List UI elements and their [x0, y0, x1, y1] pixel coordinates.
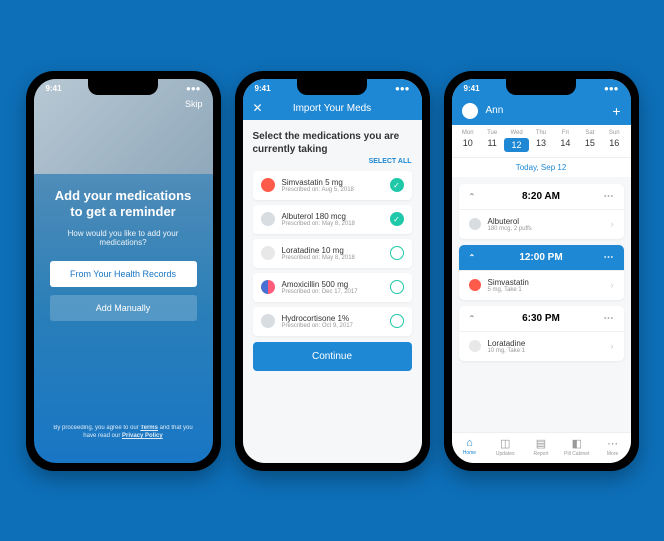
slot-header[interactable]: ⌃6:30 PM⋯ — [459, 306, 624, 331]
from-records-button[interactable]: From Your Health Records — [50, 261, 197, 287]
terms-link[interactable]: Terms — [140, 425, 158, 431]
tab-updates[interactable]: ◫Updates — [487, 437, 523, 457]
day-tue[interactable]: Tue11 — [480, 130, 504, 152]
med-name: Albuterol 180 mcg — [282, 212, 383, 221]
tab-pill-cabinet[interactable]: ◧Pill Cabinet — [559, 437, 595, 457]
legal-text: By proceeding, you agree to our Terms an… — [50, 424, 197, 449]
chevron-icon: ⌃ — [469, 314, 479, 323]
slot-med[interactable]: Simvastatin5 mg, Take 1› — [459, 270, 624, 300]
phone-schedule: 9:41●●● Ann + Mon10Tue11Wed12Thu13Fri14S… — [444, 71, 639, 471]
close-icon[interactable]: ✕ — [253, 101, 263, 115]
med-date: Prescribed on: May 8, 2018 — [282, 255, 383, 261]
med-row[interactable]: Simvastatin 5 mgPrescribed on: Aug 5, 20… — [253, 171, 412, 200]
tab-icon: ⋯ — [595, 437, 631, 450]
pill-icon — [469, 279, 481, 291]
day-sun[interactable]: Sun16 — [602, 130, 626, 152]
user-name: Ann — [486, 105, 504, 116]
check-icon[interactable]: ✓ — [390, 178, 404, 192]
check-icon[interactable]: ✓ — [390, 212, 404, 226]
chevron-right-icon: › — [611, 341, 614, 351]
time-slot: ⌃8:20 AM⋯Albuterol180 mcg, 2 puffs› — [459, 184, 624, 239]
med-row[interactable]: Loratadine 10 mgPrescribed on: May 8, 20… — [253, 239, 412, 268]
select-all-button[interactable]: SELECT ALL — [253, 158, 412, 165]
day-wed[interactable]: Wed12 — [504, 130, 528, 152]
day-fri[interactable]: Fri14 — [553, 130, 577, 152]
privacy-link[interactable]: Privacy Policy — [122, 433, 163, 439]
med-name: Hydrocortisone 1% — [282, 314, 383, 323]
med-date: Prescribed on: Dec 17, 2017 — [282, 289, 383, 295]
tab-icon: ⌂ — [452, 437, 488, 449]
med-date: Prescribed on: Oct 9, 2017 — [282, 323, 383, 329]
add-manually-button[interactable]: Add Manually — [50, 295, 197, 321]
phone-onboarding: 9:41●●● Skip Add your medications to get… — [26, 71, 221, 471]
check-icon[interactable] — [390, 280, 404, 294]
day-thu[interactable]: Thu13 — [529, 130, 553, 152]
med-row[interactable]: Hydrocortisone 1%Prescribed on: Oct 9, 2… — [253, 307, 412, 336]
status-bar: 9:41●●● — [243, 79, 422, 97]
chevron-right-icon: › — [611, 219, 614, 229]
tab-icon: ▤ — [523, 437, 559, 450]
slot-header[interactable]: ⌃8:20 AM⋯ — [459, 184, 624, 209]
tab-more[interactable]: ⋯More — [595, 437, 631, 457]
schedule-header: Ann + — [452, 97, 631, 125]
more-icon[interactable]: ⋯ — [604, 191, 614, 202]
med-name: Loratadine 10 mg — [282, 246, 383, 255]
pill-icon — [261, 212, 275, 226]
day-sat[interactable]: Sat15 — [578, 130, 602, 152]
pill-icon — [469, 218, 481, 230]
pill-icon — [261, 178, 275, 192]
slot-med[interactable]: Albuterol180 mcg, 2 puffs› — [459, 209, 624, 239]
med-name: Simvastatin 5 mg — [282, 178, 383, 187]
status-bar: 9:41●●● — [452, 79, 631, 97]
tab-report[interactable]: ▤Report — [523, 437, 559, 457]
status-bar: 9:41●●● — [34, 79, 213, 97]
med-row[interactable]: Amoxicillin 500 mgPrescribed on: Dec 17,… — [253, 273, 412, 302]
check-icon[interactable] — [390, 314, 404, 328]
import-heading: Select the medications you are currently… — [253, 130, 412, 156]
hero-image: 9:41●●● Skip — [34, 79, 213, 174]
pill-icon — [261, 280, 275, 294]
chevron-right-icon: › — [611, 280, 614, 290]
onboarding-title: Add your medications to get a reminder — [50, 188, 197, 222]
pill-icon — [261, 314, 275, 328]
more-icon[interactable]: ⋯ — [604, 313, 614, 324]
day-mon[interactable]: Mon10 — [456, 130, 480, 152]
avatar[interactable] — [462, 103, 478, 119]
add-icon[interactable]: + — [612, 103, 620, 119]
tab-icon: ◫ — [487, 437, 523, 450]
chevron-icon: ⌃ — [469, 192, 479, 201]
import-header: ✕ Import Your Meds — [243, 97, 422, 120]
onboarding-subtitle: How would you like to add your medicatio… — [50, 229, 197, 247]
tab-bar: ⌂Home◫Updates▤Report◧Pill Cabinet⋯More — [452, 432, 631, 463]
continue-button[interactable]: Continue — [253, 342, 412, 371]
tab-home[interactable]: ⌂Home — [452, 437, 488, 457]
chevron-icon: ⌃ — [469, 253, 479, 262]
time-slot: ⌃6:30 PM⋯Loratadine10 mg, Take 1› — [459, 306, 624, 361]
med-name: Amoxicillin 500 mg — [282, 280, 383, 289]
check-icon[interactable] — [390, 246, 404, 260]
med-date: Prescribed on: May 8, 2018 — [282, 221, 383, 227]
phone-import-meds: 9:41●●● ✕ Import Your Meds Select the me… — [235, 71, 430, 471]
time-slot: ⌃12:00 PM⋯Simvastatin5 mg, Take 1› — [459, 245, 624, 300]
today-label: Today, Sep 12 — [452, 158, 631, 177]
more-icon[interactable]: ⋯ — [604, 252, 614, 263]
day-selector: Mon10Tue11Wed12Thu13Fri14Sat15Sun16 — [452, 125, 631, 158]
slot-header[interactable]: ⌃12:00 PM⋯ — [459, 245, 624, 270]
med-row[interactable]: Albuterol 180 mcgPrescribed on: May 8, 2… — [253, 205, 412, 234]
pill-icon — [469, 340, 481, 352]
med-date: Prescribed on: Aug 5, 2018 — [282, 187, 383, 193]
tab-icon: ◧ — [559, 437, 595, 450]
pill-icon — [261, 246, 275, 260]
skip-button[interactable]: Skip — [185, 99, 203, 109]
slot-med[interactable]: Loratadine10 mg, Take 1› — [459, 331, 624, 361]
